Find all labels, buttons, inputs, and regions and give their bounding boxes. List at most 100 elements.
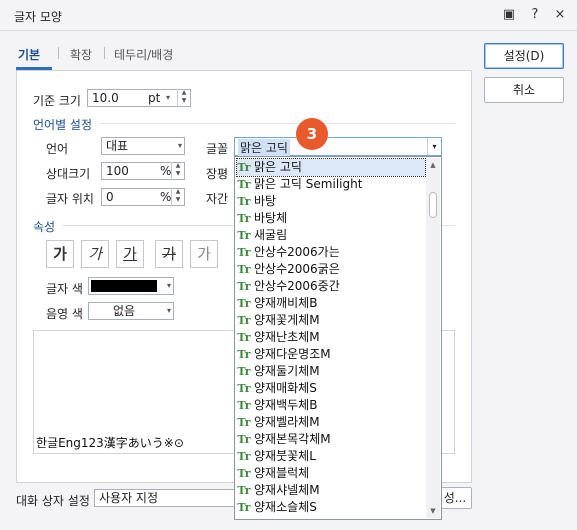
font-list-item-label: 안상수2006굵은 [254,262,340,276]
outline-button[interactable]: 가 [190,240,218,268]
tab-border-bg[interactable]: 테두리/배경 [114,46,173,63]
italic-button[interactable]: 가 [81,240,109,268]
relative-size-field[interactable]: 100 % ▲ ▼ [101,162,185,180]
underline-button[interactable]: 가 [116,240,144,268]
font-list-item[interactable]: Tr 양재다운명조M [237,346,425,363]
font-list-item[interactable]: Tr 안상수2006중간 [237,278,425,295]
chevron-down-icon[interactable]: ▾ [427,138,441,155]
char-position-spinner[interactable]: ▲ ▼ [171,188,184,206]
text-color-picker[interactable]: ▾ [88,277,174,295]
cancel-button[interactable]: 취소 [484,77,564,103]
font-list-item[interactable]: Tr 바탕체 [237,210,425,227]
tab-basic[interactable]: 기본 [18,46,40,63]
font-dropdown-list[interactable]: Tr 맑은 고딕 Tr 맑은 고딕 Semilight Tr 바탕 Tr 바탕체 Tr 새굴림 Tr… [234,156,442,520]
font-list-item[interactable]: Tr 안상수2006가는 [237,244,425,261]
font-list-item[interactable]: Tr 양재백두체B [237,397,425,414]
font-list-item[interactable]: Tr 양재벨라체M [237,414,425,431]
scroll-down-icon[interactable]: ▼ [426,504,440,518]
truetype-font-icon: Tr [237,450,251,463]
font-list-item-label: 양재둘기체M [254,364,320,378]
font-list-item[interactable]: Tr 바탕 [237,193,425,210]
char-position-field[interactable]: 0 % ▲ ▼ [101,188,185,206]
window-title: 글자 모양 [14,10,62,24]
truetype-font-icon: Tr [237,365,251,378]
font-list-item-label: 안상수2006중간 [254,279,340,293]
font-list-item[interactable]: Tr 양재본목각체M [237,431,425,448]
shade-color-picker[interactable]: 없음 ▾ [88,302,174,320]
font-list-item-label: 바탕체 [254,211,288,225]
truetype-font-icon: Tr [237,297,251,310]
dialog-setting-button[interactable]: 성... [438,487,472,509]
font-list-item-label: 양재매화체S [254,381,317,395]
truetype-font-icon: Tr [237,416,251,429]
truetype-font-icon: Tr [237,263,251,276]
base-size-spinner[interactable]: ▲ ▼ [177,89,190,107]
scroll-up-icon[interactable]: ▲ [426,158,440,172]
jagan-label: 자간 [206,192,229,206]
char-position-label: 글자 위치 [46,192,94,206]
section-divider [100,123,455,124]
font-list-item[interactable]: Tr 양재꽃게체M [237,312,425,329]
bold-button[interactable]: 가 [46,240,74,268]
font-list-item[interactable]: Tr 새굴림 [237,227,425,244]
font-list-item[interactable]: Tr 양재둘기체M [237,363,425,380]
font-list-item-label: 양재난초체M [254,330,320,344]
close-button[interactable]: × [551,6,569,24]
truetype-font-icon: Tr [237,433,251,446]
font-list-item-label: 양재백두체B [254,398,318,412]
unit-dropdown-icon[interactable]: ▾ [166,90,170,106]
tab-divider [58,47,59,59]
color-swatch [91,280,157,292]
font-list-item[interactable]: Tr 양재붓꽃체L [237,448,425,465]
base-size-label: 기준 크기 [33,94,81,108]
font-select[interactable]: 맑은 고딕 ▾ [234,137,442,156]
font-list-item-label: 안상수2006가는 [254,245,340,259]
language-value: 대표 [106,139,129,153]
truetype-font-icon: Tr [237,501,251,514]
font-list-item-label: 양재블럭체 [254,466,310,480]
char-position-value: 0 [106,190,114,204]
font-list-item-label: 양재샤넬체M [254,483,320,497]
base-size-field[interactable]: 10.0 pt ▾ ▲ ▼ [87,89,191,107]
base-size-value: 10.0 [92,91,119,105]
font-list-item[interactable]: Tr 양재소슬체S [237,499,425,516]
lang-section-title: 언어별 설정 [33,118,93,132]
title-bar [0,0,577,31]
font-list-item[interactable]: Tr 맑은 고딕 [236,158,426,177]
tab-extended[interactable]: 확장 [70,46,92,63]
shade-color-label: 음영 색 [46,307,83,321]
font-list-item[interactable]: Tr 양재난초체M [237,329,425,346]
font-list-item-label: 양재깨비체B [254,296,318,310]
font-list-item[interactable]: Tr 양재블럭체 [237,465,425,482]
ok-button[interactable]: 설정(D) [484,43,564,69]
char-position-unit: % [160,190,172,204]
tab-divider [104,47,105,59]
preview-text: 한글Eng123漢字あいう※⊙ [36,436,184,450]
font-list-item-label: 양재다운명조M [254,347,331,361]
dialog-setting-select[interactable]: 사용자 지정 [94,489,244,507]
dialog-setting-value: 사용자 지정 [99,491,159,505]
scrollbar[interactable]: ▲ ▼ [426,158,440,518]
font-list-item[interactable]: Tr 양재깨비체B [237,295,425,312]
font-list-item[interactable]: Tr 양재매화체S [237,380,425,397]
truetype-font-icon: Tr [237,331,251,344]
font-label: 글꼴 [206,142,229,156]
strikethrough-button[interactable]: 가 [155,240,183,268]
font-list-item-label: 바탕 [254,194,277,208]
truetype-font-icon: Tr [237,382,251,395]
shade-value: 없음 [113,304,136,318]
font-list-item[interactable]: Tr 맑은 고딕 Semilight [237,176,425,193]
text-color-label: 글자 색 [46,282,83,296]
font-list-item-label: 양재벨라체M [254,415,320,429]
window-icon-button[interactable]: ▣ [500,6,518,24]
truetype-font-icon: Tr [237,399,251,412]
font-list-item[interactable]: Tr 안상수2006굵은 [237,261,425,278]
font-list-item-label: 양재본목각체M [254,432,331,446]
font-list-item-label: 맑은 고딕 Semilight [254,177,363,191]
language-select[interactable]: 대표 ▾ [101,137,185,155]
base-size-unit: pt [148,91,161,105]
font-list-item[interactable]: Tr 양재샤넬체M [237,482,425,499]
help-button[interactable]: ? [526,6,544,24]
scrollbar-thumb[interactable] [429,192,437,218]
relative-size-spinner[interactable]: ▲ ▼ [171,162,184,180]
